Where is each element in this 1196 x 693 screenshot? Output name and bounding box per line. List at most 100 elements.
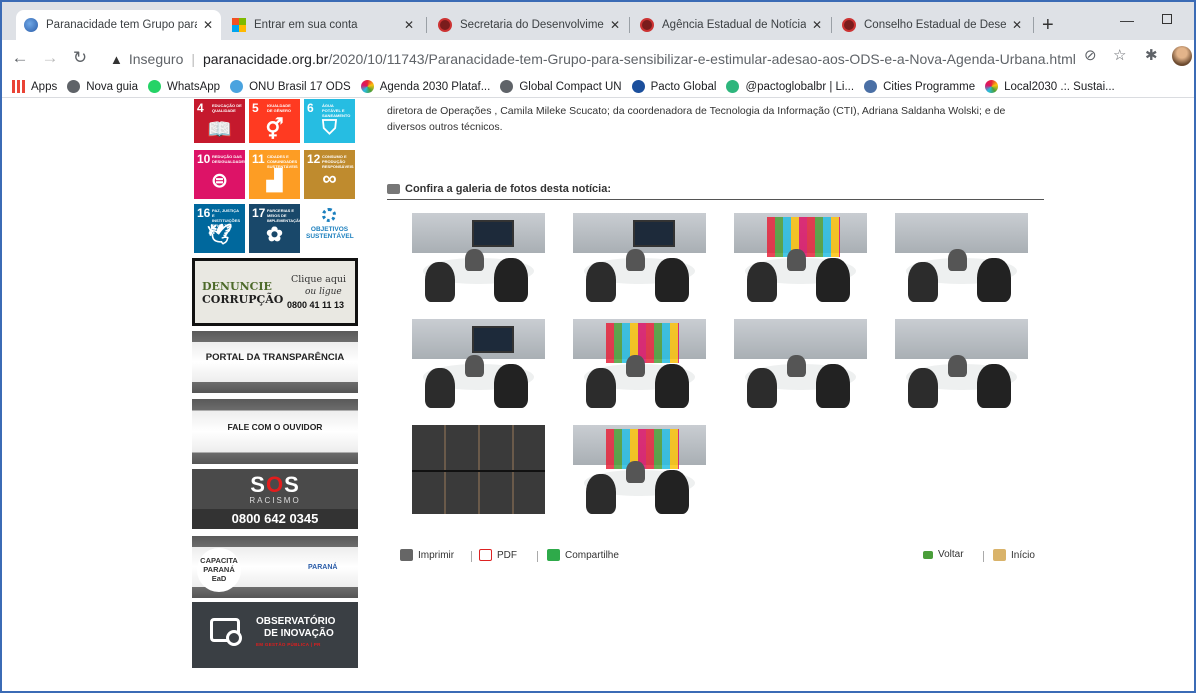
sdg-number: 6 (307, 101, 314, 115)
sos-letter: S (284, 472, 300, 497)
sdg-number: 11 (252, 152, 265, 166)
gallery-photo[interactable] (412, 425, 545, 514)
observatorio-inovacao-banner[interactable]: OBSERVATÓRIO DE INOVAÇÃO EM GESTÃO PÚBLI… (192, 602, 358, 668)
bookmark-label: Agenda 2030 Plataf... (379, 80, 491, 93)
close-icon[interactable]: ✕ (404, 18, 414, 32)
forward-arrow-icon[interactable]: → (38, 48, 62, 68)
gallery-photo[interactable] (734, 213, 867, 302)
tab-entrar[interactable]: Entrar em sua conta ✕ (224, 10, 422, 40)
sdg-number: 10 (197, 152, 211, 166)
partnership-flower-icon: ✿ (266, 224, 283, 246)
sdg-tile-11[interactable]: 11 CIDADES E COMUNIDADES SUSTENTÁVEIS ▟ (249, 150, 300, 199)
back-link[interactable]: Voltar (923, 549, 964, 560)
back-arrow-icon[interactable]: ← (8, 48, 32, 68)
tab-agencia[interactable]: Agência Estadual de Notícias ✕ (632, 10, 830, 40)
print-button[interactable]: Imprimir (400, 549, 454, 561)
minimize-button[interactable]: — (1120, 12, 1134, 28)
sdg-tile-12[interactable]: 12 CONSUMO E PRODUÇÃO RESPONSÁVEIS ∞ (304, 150, 355, 199)
bookmark-pacto-global[interactable]: Pacto Global (631, 80, 717, 93)
gallery-photo[interactable] (895, 319, 1028, 408)
sdg-tile-10[interactable]: 10 REDUÇÃO DAS DESIGUALDADES ⊜ (194, 150, 247, 199)
bookmark-cities-programme[interactable]: Cities Programme (864, 80, 975, 93)
bookmark-global-compact[interactable]: Global Compact UN (500, 80, 622, 93)
restore-button[interactable] (1162, 14, 1172, 24)
microsoft-icon (232, 18, 246, 32)
warning-icon[interactable]: ▲ (110, 52, 123, 67)
sdg-tile-5[interactable]: 5 IGUALDADE DE GÊNERO ⚥ (249, 99, 300, 143)
parana-crest-icon (842, 18, 856, 32)
bookmark-label: Apps (31, 80, 58, 93)
bookmark-nova-guia[interactable]: Nova guia (67, 80, 138, 93)
close-icon[interactable]: ✕ (812, 18, 822, 32)
bookmark-label: WhatsApp (167, 80, 221, 93)
pacto-global-icon (631, 80, 645, 93)
camera-icon (387, 184, 400, 194)
equality-icon: ⊜ (211, 170, 228, 192)
gallery-photo[interactable] (573, 213, 706, 302)
close-icon[interactable]: ✕ (610, 18, 620, 32)
bookmark-apps[interactable]: Apps (12, 80, 57, 93)
portal-transparencia-banner[interactable]: PORTAL DA TRANSPARÊNCIA (192, 331, 358, 393)
tab-secretaria[interactable]: Secretaria do Desenvolvimento ✕ (430, 10, 628, 40)
bookmark-agenda-2030[interactable]: Agenda 2030 Plataf... (360, 80, 491, 93)
sdg-tile-17[interactable]: 17 PARCERIAS E MEIOS DE IMPLEMENTAÇÃO ✿ (249, 204, 302, 253)
bookmark-whatsapp[interactable]: WhatsApp (148, 80, 220, 93)
tab-separator (629, 17, 630, 33)
sdg-tile-16[interactable]: 16 PAZ, JUSTIÇA E INSTITUIÇÕES EFICAZES 🕊 (194, 204, 245, 253)
inovacao-text: DE INOVAÇÃO (264, 628, 334, 639)
ouvidor-text: FALE COM O OUVIDOR (227, 422, 323, 432)
security-label[interactable]: Inseguro (129, 51, 183, 67)
sdg-tile-6[interactable]: 6 ÁGUA POTÁVEL E SANEAMENTO ⛉ (304, 99, 355, 143)
gallery-photo[interactable] (573, 425, 706, 514)
bookmark-local2030[interactable]: Local2030 .:. Sustai... (985, 80, 1115, 93)
tab-separator (426, 17, 427, 33)
action-separator (537, 551, 538, 562)
bookmark-pactoglobalbr[interactable]: @pactoglobalbr | Li... (726, 80, 854, 93)
sdg-logo-tile[interactable]: OBJETIVOS SUSTENTÁVEL (304, 204, 355, 253)
bookmark-onu-brasil[interactable]: ONU Brasil 17 ODS (230, 80, 351, 93)
share-label: Compartilhe (565, 549, 619, 561)
close-icon[interactable]: ✕ (1012, 18, 1022, 32)
bookmark-label: Pacto Global (650, 80, 717, 93)
pdf-label: PDF (497, 549, 517, 561)
eye-off-icon[interactable]: ⊘ (1084, 46, 1097, 64)
pdf-button[interactable]: PDF (479, 549, 517, 561)
close-icon[interactable]: ✕ (203, 18, 213, 32)
gallery-photo[interactable] (573, 319, 706, 408)
avatar[interactable] (1172, 46, 1192, 66)
gallery-photo[interactable] (734, 319, 867, 408)
address-bar[interactable]: ▲ Inseguro | paranacidade.org.br/2020/10… (110, 46, 1150, 72)
extensions-icon[interactable]: ✱ (1145, 46, 1158, 64)
gallery-photo[interactable] (895, 213, 1028, 302)
home-link[interactable]: Início (993, 549, 1035, 561)
tab-title: Paranacidade tem Grupo para (46, 19, 197, 31)
tab-separator (831, 17, 832, 33)
racismo-text: RACISMO (249, 496, 301, 505)
sdg-tile-4[interactable]: 4 EDUCAÇÃO DE QUALIDADE 📖 (194, 99, 245, 143)
sdg-logo-text: OBJETIVOS SUSTENTÁVEL (306, 226, 354, 240)
tab-title: Entrar em sua conta (254, 19, 358, 31)
star-icon[interactable]: ☆ (1113, 46, 1126, 64)
new-tab-button[interactable]: + (1042, 14, 1054, 37)
globe-icon (67, 80, 81, 93)
share-button[interactable]: Compartilhe (547, 549, 619, 561)
capacita-parana-banner[interactable]: CAPACITA PARANÁ EaD PARANÁ (192, 536, 358, 598)
corrupcao-text: CORRUPÇÃO (202, 293, 284, 306)
sos-racismo-banner[interactable]: SOS RACISMO 0800 642 0345 (192, 469, 358, 533)
print-label: Imprimir (418, 549, 455, 561)
tab-conselho[interactable]: Conselho Estadual de Desenv ✕ (834, 10, 1030, 40)
bookmark-label: @pactoglobalbr | Li... (745, 80, 855, 93)
tab-paranacidade[interactable]: Paranacidade tem Grupo para ✕ (16, 10, 221, 40)
fale-com-ouvidor-banner[interactable]: FALE COM O OUVIDOR (192, 399, 358, 464)
water-glass-icon: ⛉ (322, 117, 337, 139)
sdg-number: 12 (307, 152, 321, 166)
clique-aqui-text: Clique aqui (291, 274, 347, 285)
back-label: Voltar (938, 549, 964, 560)
gallery-photo[interactable] (412, 213, 545, 302)
tab-title: Secretaria do Desenvolvimento (460, 19, 604, 31)
infinity-icon: ∞ (322, 168, 337, 190)
reload-icon[interactable]: ↻ (68, 48, 92, 68)
denuncie-corrupcao-banner[interactable]: DENUNCIE CORRUPÇÃO Clique aqui ou ligue … (192, 258, 358, 326)
bookmark-label: ONU Brasil 17 ODS (249, 80, 351, 93)
gallery-photo[interactable] (412, 319, 545, 408)
